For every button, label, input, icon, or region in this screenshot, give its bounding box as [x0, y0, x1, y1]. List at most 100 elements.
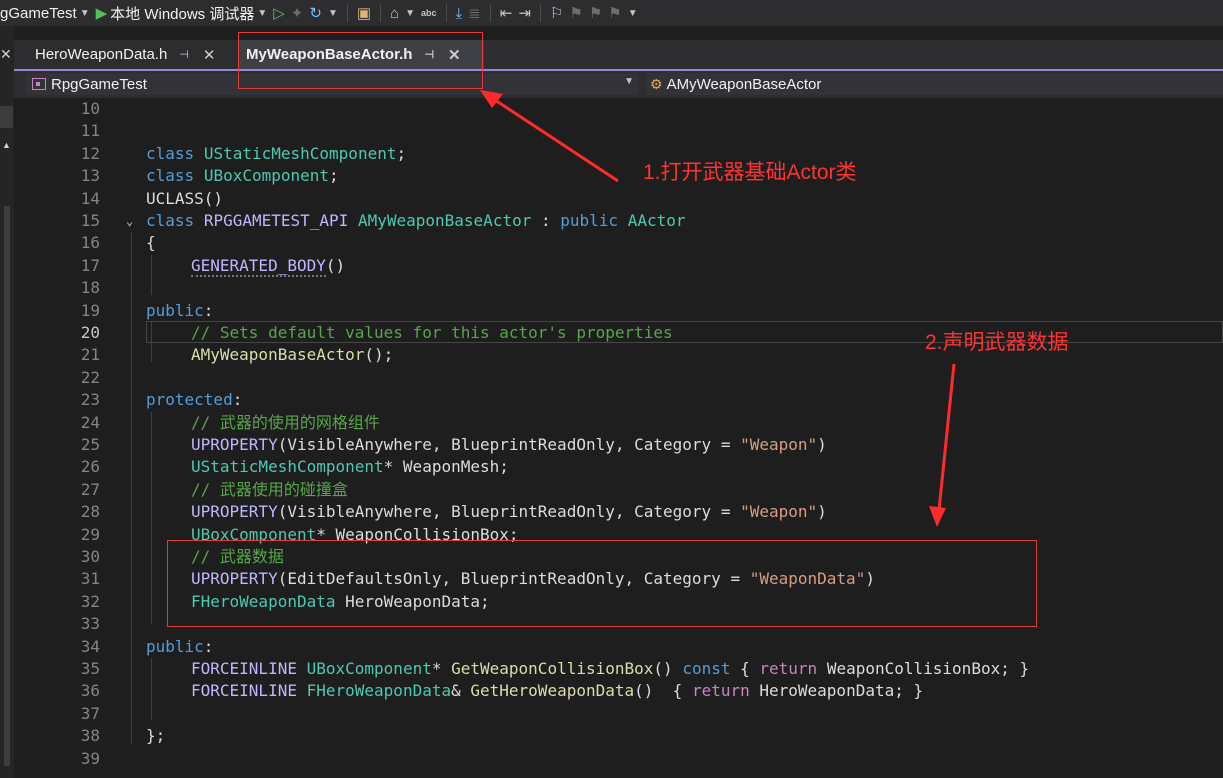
punct: (): [325, 255, 346, 275]
statement: WeaponCollisionBox; }: [817, 659, 1030, 678]
type-name: AActor: [627, 211, 686, 230]
punct: (): [653, 659, 683, 678]
caret-down-icon[interactable]: ▼: [405, 8, 415, 19]
toolbar: gGameTest ▼ ▶ 本地 Windows 调试器 ▼ ▷ ✦ ↻ ▼ ▣…: [0, 0, 1223, 26]
line-number: 30: [80, 547, 100, 566]
start-debug-button[interactable]: ▶ 本地 Windows 调试器 ▼: [96, 3, 268, 24]
view-icon[interactable]: ⌂: [390, 5, 399, 22]
punct: {: [672, 681, 692, 701]
tab-heroweapondata[interactable]: HeroWeaponData.h ⊣ ✕: [27, 40, 235, 69]
code-line: 36 FORCEINLINE FHeroWeaponData& GetHeroWe…: [0, 680, 1223, 702]
macro: UPROPERTY: [191, 502, 278, 522]
format-icon[interactable]: ≣: [468, 4, 481, 22]
caret-down-icon[interactable]: ▼: [328, 8, 338, 19]
line-number: 21: [80, 345, 100, 365]
refresh-icon[interactable]: ↻: [309, 4, 322, 22]
punct: :: [203, 636, 214, 656]
keyword: class: [146, 143, 195, 163]
line-number: 38: [80, 726, 100, 746]
debugger-label: 本地 Windows 调试器: [110, 5, 255, 23]
keyword: class: [146, 166, 195, 186]
annotation-label-1: 1.打开武器基础Actor类: [643, 161, 857, 184]
line-number: 24: [80, 412, 100, 432]
type-name: UBoxComponent: [203, 166, 330, 186]
close-icon[interactable]: ✕: [0, 46, 12, 63]
args: (VisibleAnywhere, BlueprintReadOnly, Cat…: [277, 435, 741, 454]
hot-reload-icon[interactable]: ✦: [291, 4, 304, 22]
punct: ();: [364, 345, 394, 365]
spellcheck-icon[interactable]: abc: [421, 8, 437, 18]
step-icon[interactable]: ⤓: [456, 5, 463, 22]
line-number: 12: [80, 143, 100, 163]
outdent-icon[interactable]: ⇤: [500, 4, 513, 22]
punct: :: [232, 390, 243, 410]
toolbar-separator: [445, 4, 447, 22]
bookmark-next-icon[interactable]: ⚑: [589, 4, 602, 22]
type-name: AMyWeaponBaseActor: [357, 211, 532, 230]
line-number: 39: [80, 748, 100, 768]
code-line: 26 UStaticMeshComponent* WeaponMesh;: [0, 456, 1223, 478]
caret-down-icon: ▼: [79, 7, 90, 19]
class-scope-label: AMyWeaponBaseActor: [666, 75, 822, 93]
line-number: 28: [80, 502, 100, 522]
bookmark-icon[interactable]: ⚐: [550, 4, 563, 22]
code-line: 35 FORCEINLINE UBoxComponent* GetWeaponCo…: [0, 658, 1223, 680]
string: "Weapon": [740, 502, 818, 522]
navigation-bar: RpgGameTest ▼ ⚙ AMyWeaponBaseActor: [14, 71, 1223, 98]
toolbar-separator: [346, 4, 348, 22]
annotation-box-tab: [238, 32, 483, 89]
line-number: 16: [80, 233, 100, 253]
code-line: 12 class UStaticMeshComponent;: [0, 143, 1223, 165]
class-scope-dropdown[interactable]: ⚙ AMyWeaponBaseActor: [646, 73, 1223, 95]
run-hollow-icon[interactable]: ▷: [273, 4, 285, 22]
args: (VisibleAnywhere, BlueprintReadOnly, Cat…: [277, 502, 741, 522]
code-line: 18: [0, 277, 1223, 299]
code-line: 19 public:: [0, 300, 1223, 322]
punct: *: [431, 659, 452, 678]
code-line: 22: [0, 367, 1223, 389]
macro: RPGGAMETEST_API: [203, 211, 349, 230]
brace: {: [146, 233, 156, 253]
code-line: 15 ⌄ class RPGGAMETEST_API AMyWeaponBaseAc…: [0, 210, 1223, 232]
line-number: 23: [80, 390, 100, 410]
code-line: 23 protected:: [0, 389, 1223, 411]
keyword: protected: [146, 390, 233, 410]
code-line: 14 UCLASS(): [0, 188, 1223, 210]
code-line: 16 {: [0, 232, 1223, 254]
line-number: 34: [80, 636, 100, 656]
line-number: 29: [80, 524, 100, 544]
code-line: 24 // 武器的使用的网格组件: [0, 412, 1223, 434]
line-number: 13: [80, 166, 100, 186]
comment: // Sets default values for this actor's …: [191, 323, 673, 342]
code-line: 17 GENERATED_BODY(): [0, 255, 1223, 277]
punct: ;: [329, 166, 339, 186]
line-number: 32: [80, 591, 100, 611]
punct: {: [730, 659, 760, 678]
punct: :: [540, 211, 551, 230]
indent-icon[interactable]: ⇥: [518, 4, 531, 22]
close-icon[interactable]: ✕: [203, 46, 216, 64]
line-number: 31: [80, 569, 100, 589]
fold-chevron-icon[interactable]: ⌄: [126, 210, 133, 232]
line-number: 18: [80, 278, 100, 298]
line-number: 33: [80, 614, 100, 634]
class-icon: ⚙: [650, 75, 663, 92]
code-line: 13 class UBoxComponent;: [0, 165, 1223, 187]
punct: ): [817, 435, 827, 454]
folder-icon[interactable]: ▣: [357, 4, 371, 22]
type-name: UStaticMeshComponent: [191, 457, 384, 477]
code-line: 27 // 武器使用的碰撞盒: [0, 479, 1223, 501]
punct: :: [203, 300, 214, 320]
chevron-down-icon: ▼: [624, 76, 634, 87]
line-number: 37: [80, 703, 100, 723]
bookmark-prev-icon[interactable]: ⚑: [569, 4, 582, 22]
macro: FORCEINLINE: [191, 659, 297, 678]
overflow-caret-icon[interactable]: ▼: [628, 8, 638, 19]
code-line: 25 UPROPERTY(VisibleAnywhere, BlueprintRe…: [0, 434, 1223, 456]
macro: GENERATED_BODY: [191, 255, 326, 277]
line-number: 20: [80, 323, 100, 342]
keyword: public: [560, 211, 619, 230]
bookmark-clear-icon[interactable]: ⚑: [608, 4, 621, 22]
startup-project-dropdown[interactable]: gGameTest ▼: [0, 5, 90, 22]
pin-icon[interactable]: ⊣: [179, 48, 189, 61]
